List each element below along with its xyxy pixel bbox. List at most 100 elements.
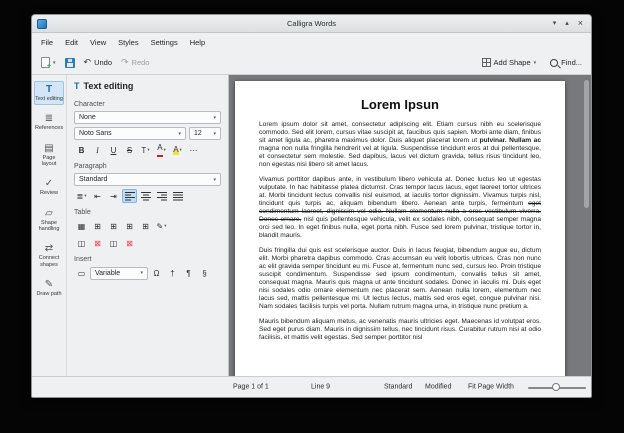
chevron-down-icon: ▾ (84, 193, 86, 199)
font-color-glyph: A (157, 143, 162, 157)
bold-button[interactable]: B (74, 143, 89, 157)
insert-variable-select[interactable]: Variable ▾ (90, 267, 148, 280)
tool-tab-strip: T Text editing ≣ References ▤ Page layou… (32, 75, 67, 376)
document-page[interactable]: Lorem Ipsun Lorem ipsum dolor sit amet, … (235, 81, 565, 376)
font-family-select[interactable]: Noto Sans ▾ (74, 127, 186, 140)
document-area[interactable]: Lorem Ipsun Lorem ipsum dolor sit amet, … (229, 75, 591, 376)
align-right-icon (157, 191, 167, 201)
add-shape-button[interactable]: Add Shape ▾ (480, 56, 539, 69)
minimize-button[interactable]: ▾ (553, 15, 557, 32)
menu-styles[interactable]: Styles (112, 35, 144, 50)
vertical-scrollbar[interactable] (584, 77, 590, 374)
chevron-down-icon: ▾ (180, 147, 182, 153)
chevron-down-icon: ▾ (164, 147, 166, 153)
insert-footnote-button[interactable]: † (165, 266, 180, 280)
strikethrough-button[interactable]: S (122, 143, 137, 157)
chevron-down-icon: ▾ (140, 270, 143, 276)
border-pen-icon: ✎ (157, 222, 164, 231)
text-run: Vivamus porttitor dapibus ante, in vesti… (259, 176, 541, 207)
save-icon (65, 58, 75, 68)
zoom-slider-handle[interactable] (552, 383, 560, 391)
split-cells-button[interactable]: ◫ (106, 236, 121, 250)
undo-label: Undo (94, 58, 112, 67)
tool-tab-page-layout[interactable]: ▤ Page layout (34, 140, 64, 171)
variable-value: Variable (95, 270, 120, 277)
menu-edit[interactable]: Edit (59, 35, 84, 50)
tool-tab-label: Draw path (36, 291, 61, 297)
align-right-button[interactable] (154, 189, 169, 203)
close-button[interactable]: × (578, 15, 583, 32)
increase-indent-button[interactable]: ⇥ (106, 189, 121, 203)
italic-button[interactable]: I (90, 143, 105, 157)
menu-file[interactable]: File (35, 35, 59, 50)
tool-tab-label: Shape handling (35, 220, 63, 233)
menu-help[interactable]: Help (184, 35, 211, 50)
insert-row-above-button[interactable]: ⊞ (90, 219, 105, 233)
paragraph-section-label: Paragraph (74, 163, 221, 170)
chevron-down-icon: ▾ (534, 60, 537, 66)
chevron-down-icon: ▾ (164, 223, 166, 229)
table-border-style-button[interactable]: ✎ ▾ (154, 219, 169, 233)
paragraph-2: Vivamus porttitor dapibus ante, in vesti… (259, 176, 541, 240)
tool-tab-text-editing[interactable]: T Text editing (34, 81, 64, 105)
text-editing-icon: T (74, 81, 80, 91)
style-indicator: Standard (384, 384, 412, 391)
new-document-icon (41, 57, 50, 68)
shape-handling-icon: ▱ (45, 208, 53, 219)
insert-paragraph-mark-button[interactable]: ¶ (181, 266, 196, 280)
review-icon: ✓ (45, 178, 53, 189)
text-format-button[interactable]: T ▾ (138, 143, 153, 157)
highlight-color-button[interactable]: A ▾ (170, 143, 185, 157)
paragraph-style-select[interactable]: Standard ▾ (74, 173, 221, 186)
zoom-slider[interactable] (528, 382, 586, 392)
document-heading: Lorem Ipsun (259, 97, 541, 112)
tool-tab-draw-path[interactable]: ✎ Draw path (34, 276, 64, 300)
maximize-button[interactable]: ▴ (565, 15, 569, 32)
highlight-glyph: A (173, 145, 178, 155)
character-style-select[interactable]: None ▾ (74, 111, 221, 124)
zoom-mode-button[interactable]: Fit Page Width (468, 384, 514, 391)
font-size-select[interactable]: 12 ▾ (189, 127, 221, 140)
modified-indicator: Modified (425, 384, 451, 391)
insert-table-button[interactable]: ▦ (74, 219, 89, 233)
titlebar[interactable]: Calligra Words ▾ ▴ × (32, 15, 591, 33)
insert-special-character-button[interactable]: Ω (149, 266, 164, 280)
menu-settings[interactable]: Settings (145, 35, 184, 50)
tool-tab-label: Review (40, 190, 58, 196)
font-color-button[interactable]: A ▾ (154, 143, 169, 157)
menu-view[interactable]: View (84, 35, 112, 50)
tool-tab-review[interactable]: ✓ Review (34, 175, 64, 199)
save-button[interactable] (63, 56, 77, 70)
references-icon: ≣ (45, 113, 53, 124)
tool-tab-references[interactable]: ≣ References (34, 110, 64, 134)
draw-path-icon: ✎ (45, 279, 53, 290)
insert-section-button[interactable]: § (197, 266, 212, 280)
underline-button[interactable]: U (106, 143, 121, 157)
align-left-button[interactable] (122, 189, 137, 203)
scrollbar-thumb[interactable] (584, 80, 589, 208)
insert-row-below-button[interactable]: ⊞ (106, 219, 121, 233)
redo-button[interactable]: ↷ Redo (119, 56, 151, 69)
merge-cells-button[interactable]: ◫ (74, 236, 89, 250)
more-character-options-button[interactable]: ⋯ (186, 143, 201, 157)
connect-shapes-icon: ⇄ (45, 243, 53, 254)
tool-tab-connect-shapes[interactable]: ⇄ Connect shapes (34, 240, 64, 271)
align-center-icon (141, 191, 151, 201)
delete-column-button[interactable]: ⊠ (122, 236, 137, 250)
decrease-indent-button[interactable]: ⇤ (90, 189, 105, 203)
tool-tab-label: References (35, 125, 63, 131)
new-document-button[interactable]: ▾ (39, 55, 58, 70)
text-run: nisl quis pellentesque vehicula, velit e… (259, 216, 541, 239)
list-style-button[interactable]: ≣ ▾ (74, 189, 89, 203)
delete-row-button[interactable]: ⊠ (90, 236, 105, 250)
align-center-button[interactable] (138, 189, 153, 203)
insert-column-left-button[interactable]: ⊞ (122, 219, 137, 233)
align-justify-button[interactable] (170, 189, 185, 203)
tool-tab-shape-handling[interactable]: ▱ Shape handling (34, 205, 64, 236)
insert-column-right-button[interactable]: ⊞ (138, 219, 153, 233)
text-run: magna non nulla fringilla hendrerit vel … (259, 145, 541, 168)
insert-text-frame-button[interactable]: ▭ (74, 266, 89, 280)
undo-button[interactable]: ↶ Undo (82, 56, 114, 69)
font-family-value: Noto Sans (79, 130, 112, 137)
find-button[interactable]: Find... (548, 56, 584, 69)
